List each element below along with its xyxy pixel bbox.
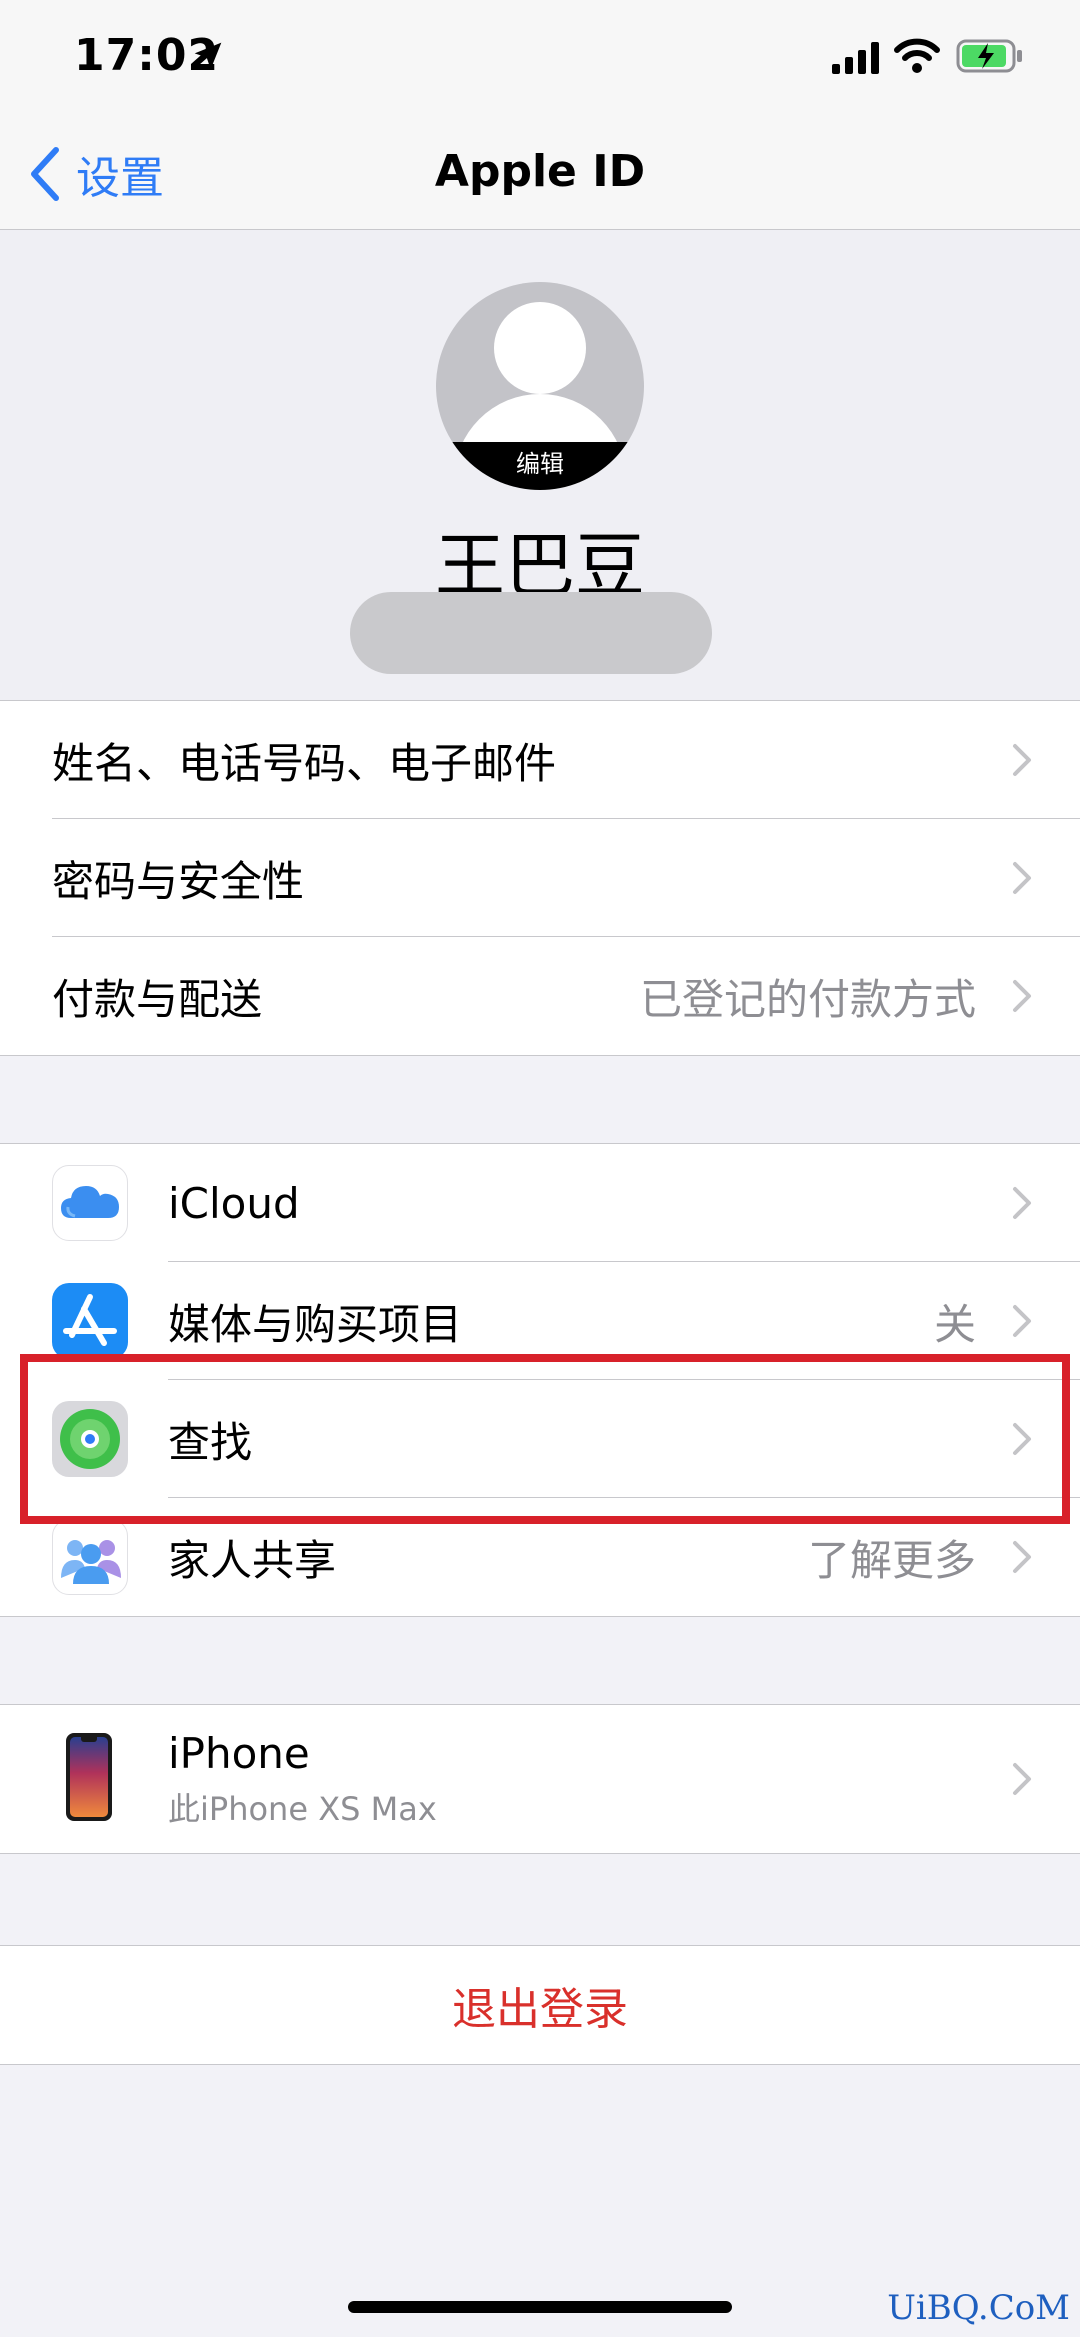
chevron-right-icon (1013, 1423, 1031, 1455)
wifi-icon (894, 38, 940, 73)
profile-header: 编辑 王巴豆 (0, 230, 1080, 700)
chevron-right-icon (1013, 1305, 1031, 1337)
row-find-my[interactable]: 查找 (0, 1380, 1080, 1498)
avatar[interactable]: 编辑 (436, 282, 644, 490)
redacted-email (350, 592, 712, 674)
account-settings-group: 姓名、电话号码、电子邮件 密码与安全性 付款与配送 已登记的付款方式 (0, 700, 1080, 1056)
chevron-right-icon (1013, 862, 1031, 894)
services-group: iCloud 媒体与购买项目 关 查找 家人共享 了解更多 (0, 1143, 1080, 1617)
row-password-security[interactable]: 密码与安全性 (0, 819, 1080, 937)
row-family-sharing[interactable]: 家人共享 了解更多 (0, 1498, 1080, 1616)
row-detail: 了解更多 (807, 1535, 976, 1585)
row-detail: 已登记的付款方式 (639, 974, 976, 1024)
row-label: iCloud (168, 1178, 300, 1228)
row-name-phone-email[interactable]: 姓名、电话号码、电子邮件 (0, 701, 1080, 819)
avatar-head-shape (494, 302, 586, 394)
avatar-edit-label[interactable]: 编辑 (436, 442, 644, 490)
app-store-icon (52, 1283, 128, 1359)
signout-label: 退出登录 (452, 1984, 628, 2035)
row-label: 姓名、电话号码、电子邮件 (52, 738, 557, 788)
chevron-right-icon (1013, 1763, 1031, 1795)
row-icloud[interactable]: iCloud (0, 1144, 1080, 1262)
row-label: 付款与配送 (52, 974, 263, 1024)
row-payment-shipping[interactable]: 付款与配送 已登记的付款方式 (0, 937, 1080, 1055)
chevron-right-icon (1013, 1541, 1031, 1573)
find-my-icon (52, 1401, 128, 1477)
status-bar: 17:02 (0, 0, 1080, 118)
location-arrow-icon (194, 42, 222, 70)
watermark: UiBQ.CoM (887, 2288, 1070, 2328)
row-detail: 关 (933, 1299, 976, 1349)
row-label: 家人共享 (168, 1535, 337, 1585)
navigation-bar: 设置 Apple ID (0, 118, 1080, 230)
row-device-iphone[interactable]: iPhone 此iPhone XS Max (0, 1705, 1080, 1853)
iphone-device-icon (66, 1733, 112, 1821)
signout-group: 退出登录 (0, 1945, 1080, 2065)
cellular-signal-icon (832, 42, 879, 74)
page-title: Apple ID (434, 146, 646, 197)
row-label: 查找 (168, 1417, 253, 1467)
device-subtitle: 此iPhone XS Max (168, 1789, 437, 1828)
row-label: 媒体与购买项目 (168, 1299, 463, 1349)
devices-group: iPhone 此iPhone XS Max (0, 1704, 1080, 1854)
chevron-right-icon (1013, 1187, 1031, 1219)
signout-button[interactable]: 退出登录 (0, 1946, 1080, 2064)
family-sharing-icon (52, 1519, 128, 1595)
chevron-right-icon (1013, 980, 1031, 1012)
row-media-purchases[interactable]: 媒体与购买项目 关 (0, 1262, 1080, 1380)
row-label: 密码与安全性 (52, 856, 305, 906)
battery-charging-icon (956, 39, 1022, 73)
home-indicator[interactable] (348, 2301, 732, 2313)
device-name: iPhone (168, 1728, 310, 1778)
icloud-icon (52, 1165, 128, 1241)
chevron-right-icon (1013, 744, 1031, 776)
